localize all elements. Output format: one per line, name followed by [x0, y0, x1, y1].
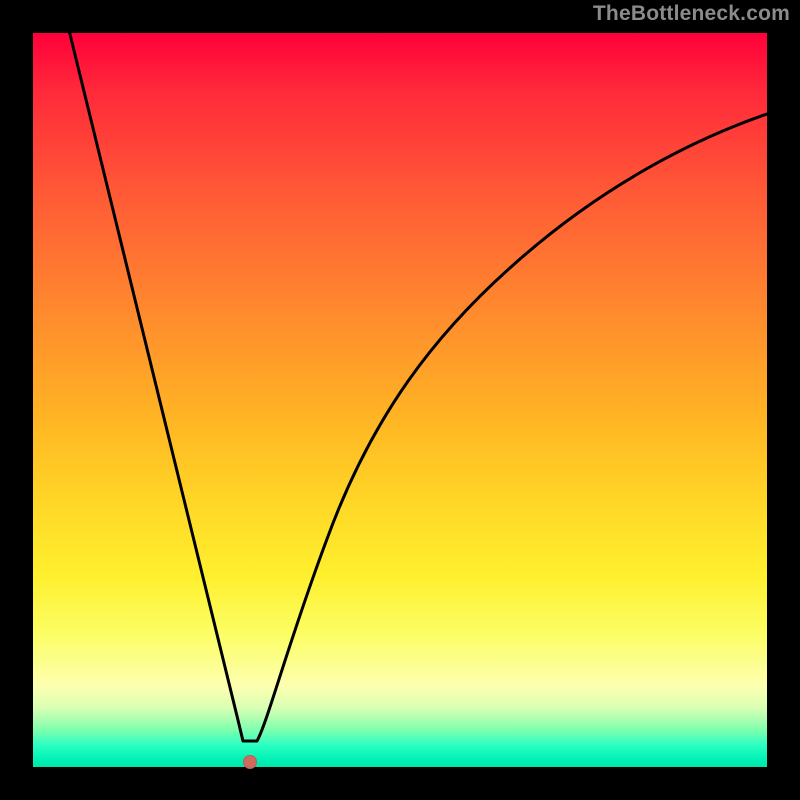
chart-frame: TheBottleneck.com [0, 0, 800, 800]
curve-path [70, 33, 767, 741]
watermark-text: TheBottleneck.com [593, 2, 790, 26]
optimum-marker [243, 755, 257, 769]
plot-area [33, 33, 767, 767]
bottleneck-curve [33, 33, 767, 767]
